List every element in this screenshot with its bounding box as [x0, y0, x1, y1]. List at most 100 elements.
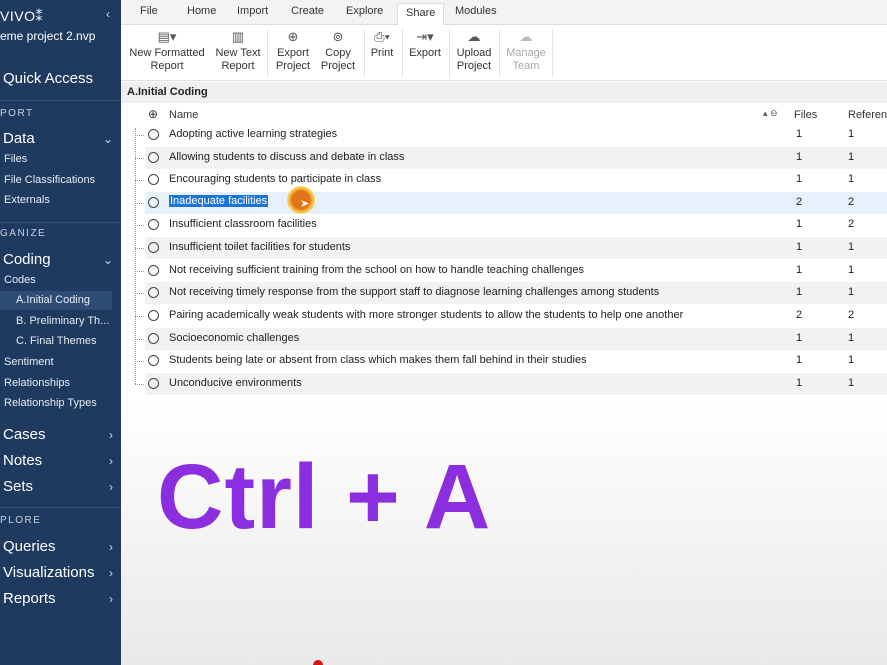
tab-explore[interactable]: Explore [346, 5, 383, 17]
chevron-right-icon: › [109, 565, 113, 580]
sidebar-item-codes[interactable]: Codes [4, 274, 36, 286]
ribbon-separator [267, 29, 268, 77]
tree-tick [135, 361, 144, 362]
table-row[interactable]: Socioeconomic challenges 1 1 [145, 328, 887, 350]
sidebar-group-sets[interactable]: Sets › [3, 478, 115, 495]
printer-icon: ⎙▾ [374, 29, 390, 44]
keyboard-shortcut-overlay: Ctrl + A [157, 446, 492, 548]
sidebar-item-files[interactable]: Files [4, 153, 27, 165]
code-node-icon [148, 197, 159, 208]
tree-tick [135, 180, 144, 181]
sidebar-item-initial-coding[interactable]: A.Initial Coding [0, 291, 112, 310]
table-row[interactable]: Not receiving sufficient training from t… [145, 260, 887, 282]
sidebar-group-cases[interactable]: Cases › [3, 426, 115, 443]
sidebar-group-notes[interactable]: Notes › [3, 452, 115, 469]
sidebar-group-data[interactable]: Data ⌄ [3, 130, 115, 147]
quick-access[interactable]: Quick Access [3, 70, 93, 87]
sort-link-icon[interactable]: ▴ ⊖ [763, 108, 778, 119]
app-title: VIVO⁑ [0, 8, 43, 24]
tab-import[interactable]: Import [237, 5, 268, 17]
code-node-icon [148, 378, 159, 389]
chevron-right-icon: › [109, 591, 113, 606]
code-node-icon [148, 152, 159, 163]
chevron-right-icon: › [109, 539, 113, 554]
sidebar-item-externals[interactable]: Externals [4, 194, 50, 206]
ribbon-separator [552, 29, 553, 77]
table-row[interactable]: Allowing students to discuss and debate … [145, 147, 887, 169]
code-node-icon [148, 355, 159, 366]
sidebar-item-relationships[interactable]: Relationships [4, 377, 70, 389]
tab-share[interactable]: Share [397, 3, 445, 25]
add-code-icon[interactable]: ⊕ [148, 107, 158, 121]
tab-modules[interactable]: Modules [455, 5, 497, 17]
table-row[interactable]: Pairing academically weak students with … [145, 305, 887, 327]
new-formatted-report-button[interactable]: ▤▾ New Formatted Report [128, 27, 206, 73]
chevron-right-icon: › [109, 453, 113, 468]
copy-project-button[interactable]: ⊚ Copy Project [319, 27, 357, 73]
upload-project-button[interactable]: ☁ Upload Project [454, 27, 494, 73]
table-row[interactable]: Encouraging students to participate in c… [145, 169, 887, 191]
tab-home[interactable]: Home [187, 5, 216, 17]
recording-dot-icon [313, 660, 323, 665]
ribbon-separator [402, 29, 403, 77]
table-row[interactable]: Not receiving timely response from the s… [145, 282, 887, 304]
tree-tick [135, 271, 144, 272]
sidebar-item-sentiment[interactable]: Sentiment [4, 356, 54, 368]
table-row[interactable]: Unconducive environments 1 1 [145, 373, 887, 395]
column-header-name[interactable]: Name [169, 109, 198, 121]
table-row[interactable]: Insufficient classroom facilities 1 2 [145, 214, 887, 236]
cloud-upload-icon: ☁ [467, 29, 481, 44]
column-header-references[interactable]: Referen [848, 109, 887, 121]
sidebar-group-reports[interactable]: Reports › [3, 590, 115, 607]
chevron-right-icon: › [109, 427, 113, 442]
table-row[interactable]: Adopting active learning strategies 1 1 [145, 124, 887, 146]
column-header-files[interactable]: Files [794, 109, 817, 121]
table-row[interactable]: Students being late or absent from class… [145, 350, 887, 372]
code-node-icon [148, 333, 159, 344]
section-explore: PLORE [0, 515, 42, 526]
sidebar-group-queries[interactable]: Queries › [3, 538, 115, 555]
sidebar-group-coding[interactable]: Coding ⌄ [3, 251, 115, 268]
tree-guide [135, 128, 136, 384]
export-button[interactable]: ⇥▾ Export [407, 27, 443, 60]
sidebar-item-preliminary-themes[interactable]: B. Preliminary Th... [16, 315, 109, 327]
chevron-down-icon: ⌄ [102, 252, 113, 267]
tree-tick [135, 203, 144, 204]
code-node-icon [148, 310, 159, 321]
export-project-icon: ⊕ [287, 29, 299, 44]
tree-tick [135, 225, 144, 226]
new-text-report-button[interactable]: ▥ New Text Report [213, 27, 263, 73]
mouse-pointer-icon: ➤ [300, 198, 310, 210]
breadcrumb: A.Initial Coding [121, 82, 887, 103]
ribbon-toolbar: ▤▾ New Formatted Report ▥ New Text Report … [121, 25, 887, 81]
tab-create[interactable]: Create [291, 5, 324, 17]
sidebar: VIVO⁑ ‹ eme project 2.nvp Quick Access P… [0, 0, 121, 665]
tab-file[interactable]: File [140, 5, 158, 17]
table-row[interactable]: Insufficient toilet facilities for stude… [145, 237, 887, 259]
table-header: ⊕ Name ▴ ⊖ Files Referen [145, 105, 887, 124]
tree-tick [135, 339, 144, 340]
code-node-icon [148, 287, 159, 298]
sidebar-item-final-themes[interactable]: C. Final Themes [16, 335, 97, 347]
collapse-sidebar-icon[interactable]: ‹ [106, 7, 110, 21]
tree-tick [135, 384, 144, 385]
divider [0, 507, 121, 508]
selected-name-text[interactable]: Inadequate facilities [169, 195, 269, 207]
export-project-button[interactable]: ⊕ Export Project [273, 27, 313, 73]
section-organize: GANIZE [0, 228, 47, 239]
code-node-icon [148, 129, 159, 140]
report-icon: ▤▾ [157, 29, 177, 44]
sidebar-item-file-classifications[interactable]: File Classifications [4, 174, 95, 186]
table-row-selected[interactable]: Inadequate facilities 2 2 [145, 192, 887, 214]
section-import: PORT [0, 108, 34, 119]
sidebar-item-relationship-types[interactable]: Relationship Types [4, 397, 97, 409]
print-button[interactable]: ⎙▾ Print [369, 27, 395, 60]
code-node-icon [148, 265, 159, 276]
divider [0, 100, 121, 101]
sidebar-group-visualizations[interactable]: Visualizations › [3, 564, 115, 581]
tree-tick [135, 135, 144, 136]
ribbon-separator [449, 29, 450, 77]
code-node-icon [148, 174, 159, 185]
app-logo-icon: ⁑ [35, 8, 43, 24]
manage-team-button[interactable]: ☁ Manage Team [503, 27, 549, 73]
